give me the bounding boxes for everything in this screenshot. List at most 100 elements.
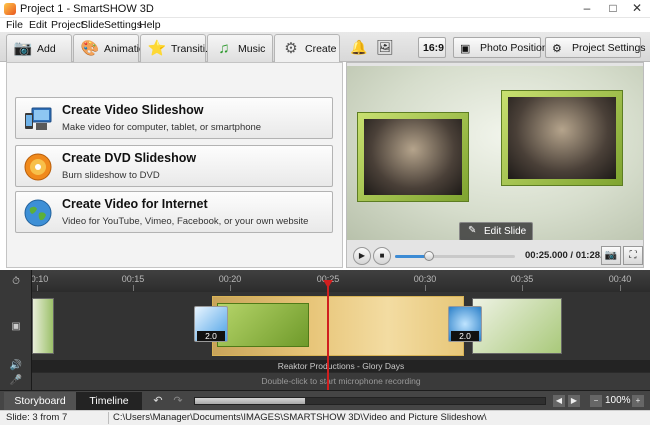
create-dvd-slideshow-button[interactable]: Create DVD Slideshow Burn slideshow to D… (15, 145, 333, 187)
transition-duration: 2.0 (451, 331, 479, 341)
slides-track: 2.0 2.0 (32, 292, 650, 360)
project-path: C:\Users\Manager\Documents\IMAGES\SMARTS… (113, 412, 487, 423)
create-panel: Create Video Slideshow Make video for co… (6, 62, 343, 268)
playhead[interactable] (327, 281, 329, 390)
close-button[interactable]: ✕ (624, 0, 650, 17)
snapshot-button[interactable]: 📷 (601, 246, 621, 265)
app-logo-icon (4, 3, 16, 15)
menu-slide[interactable]: Slide (81, 19, 104, 31)
menu-bar: File Edit Project Slide Settings Help (0, 18, 650, 32)
tab-label: Create (305, 43, 337, 55)
slide-photo-preview (217, 303, 309, 347)
menu-file[interactable]: File (6, 19, 23, 31)
photo-position-icon: ▣ (460, 43, 471, 55)
bell-icon[interactable]: 🔔 (350, 38, 368, 56)
timeline-footer: Storyboard Timeline ↶ ↷ ◀ ▶ − 100% + (0, 390, 650, 410)
timeline-tab[interactable]: Timeline (76, 392, 142, 410)
photo-image (508, 97, 616, 179)
tab-add[interactable]: 📷 Add (6, 34, 72, 62)
photo-frame-left (357, 112, 469, 202)
status-bar: Slide: 3 from 7 C:\Users\Manager\Documen… (0, 410, 650, 425)
slide-thumbnail-selected[interactable] (212, 296, 464, 356)
microphone-track-label: Double-click to start microphone recordi… (261, 376, 421, 386)
slides-track-icon: ▣ (11, 321, 21, 332)
timeline-panel: 00:10 00:15 00:20 00:25 00:30 00:35 00:4… (0, 270, 650, 390)
fullscreen-button[interactable]: ⛶ (623, 246, 643, 265)
timeline-scrollbar[interactable] (194, 397, 546, 405)
create-internet-video-button[interactable]: Create Video for Internet Video for YouT… (15, 191, 333, 233)
star-icon: ⭐ (147, 40, 167, 57)
tab-transitions[interactable]: ⭐ Transiti... (140, 34, 214, 62)
microphone-icon: 🎤 (9, 375, 23, 386)
aspect-ratio-label: 16:9 (423, 42, 445, 54)
tab-music[interactable]: ♫ Music (207, 34, 273, 62)
create-option-title: Create DVD Slideshow (62, 151, 197, 165)
audio-track-label: Reaktor Productions - Glory Days (277, 361, 405, 371)
status-divider (108, 412, 109, 424)
time-current: 00:25.000 (525, 250, 568, 261)
redo-icon[interactable]: ↷ (170, 394, 186, 408)
track-header-column: ⏱ ▣ 🔊 🎤 (0, 270, 32, 390)
create-video-slideshow-button[interactable]: Create Video Slideshow Make video for co… (15, 97, 333, 139)
menu-edit[interactable]: Edit (29, 19, 47, 31)
tick-mark (620, 285, 621, 291)
microphone-track[interactable]: Double-click to start microphone recordi… (32, 373, 650, 390)
zoom-in-button[interactable]: + (632, 395, 644, 407)
slide-thumbnail[interactable] (472, 298, 562, 354)
images-icon[interactable]: 🖼 (376, 38, 394, 56)
scrollbar-thumb[interactable] (195, 398, 305, 404)
create-option-subtitle: Make video for computer, tablet, or smar… (62, 122, 262, 133)
tick-label: 00:20 (218, 274, 242, 284)
photo-position-label: Photo Position (480, 42, 548, 54)
seek-slider[interactable] (395, 251, 515, 261)
menu-settings[interactable]: Settings (104, 19, 142, 31)
tick-mark (37, 285, 38, 291)
project-settings-button[interactable]: ⚙ Project Settings (545, 37, 646, 58)
devices-icon (25, 107, 52, 130)
photo-frame-right (501, 90, 623, 186)
edit-slide-button[interactable]: ✎ Edit Slide (459, 222, 533, 240)
speaker-icon: 🔊 (9, 360, 23, 371)
tick-label: 00:15 (121, 274, 145, 284)
play-button[interactable]: ▶ (353, 247, 371, 265)
minimize-button[interactable]: – (574, 0, 600, 17)
seek-thumb[interactable] (423, 251, 434, 261)
undo-icon[interactable]: ↶ (150, 394, 166, 408)
storyboard-tab[interactable]: Storyboard (4, 392, 76, 410)
audio-track[interactable]: Reaktor Productions - Glory Days (32, 360, 650, 372)
slide-preview[interactable]: ✎ Edit Slide (347, 66, 643, 240)
music-note-icon: ♫ (218, 40, 230, 57)
scroll-left-button[interactable]: ◀ (553, 395, 565, 407)
scroll-right-button[interactable]: ▶ (568, 395, 580, 407)
tab-animation[interactable]: 🎨 Animation (73, 34, 151, 62)
menu-project[interactable]: Project (51, 19, 84, 31)
zoom-out-button[interactable]: − (590, 395, 602, 407)
create-option-title: Create Video for Internet (62, 197, 208, 211)
slide-counter: Slide: 3 from 7 (6, 412, 68, 423)
transition-thumbnail[interactable]: 2.0 (448, 306, 482, 342)
dvd-icon (24, 153, 52, 181)
tick-label: 00:30 (413, 274, 437, 284)
create-option-subtitle: Burn slideshow to DVD (62, 170, 160, 181)
main-toolbar: 📷 Add 🎨 Animation ⭐ Transiti... ♫ Music … (0, 32, 650, 63)
pencil-icon: ✎ (468, 225, 477, 236)
edit-slide-label: Edit Slide (484, 226, 527, 237)
maximize-button[interactable]: □ (600, 0, 626, 17)
aspect-ratio-button[interactable]: 16:9 (418, 37, 446, 58)
tab-create[interactable]: ⚙ Create (274, 34, 340, 63)
slide-thumbnail[interactable] (32, 298, 54, 354)
project-settings-label: Project Settings (572, 42, 646, 54)
menu-help[interactable]: Help (139, 19, 161, 31)
photo-image (364, 119, 462, 195)
stop-button[interactable]: ■ (373, 247, 391, 265)
tab-label: Add (37, 43, 56, 55)
window-title: Project 1 - SmartSHOW 3D (20, 3, 154, 15)
camera-icon: 📷 (13, 40, 33, 57)
tick-label: 00:35 (510, 274, 534, 284)
tick-mark (522, 285, 523, 291)
title-bar: Project 1 - SmartSHOW 3D – □ ✕ (0, 0, 650, 18)
transition-duration: 2.0 (197, 331, 225, 341)
photo-position-button[interactable]: ▣ Photo Position (453, 37, 548, 58)
tick-mark (133, 285, 134, 291)
transition-thumbnail[interactable]: 2.0 (194, 306, 228, 342)
